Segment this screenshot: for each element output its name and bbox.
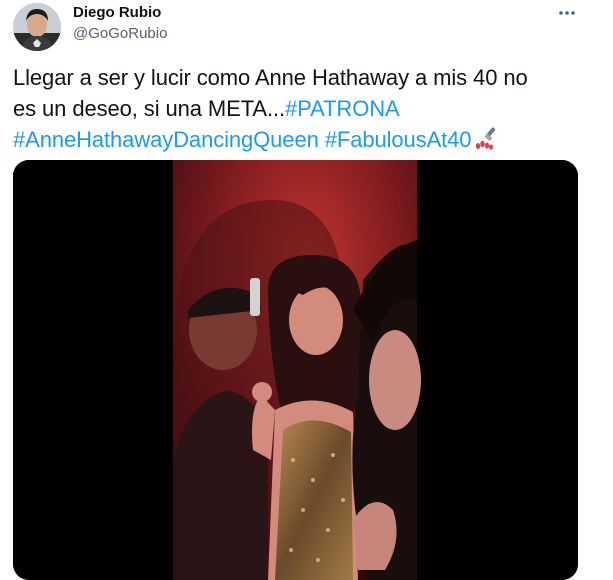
hashtag-link[interactable]: #AnneHathawayDancingQueen — [13, 127, 319, 152]
more-options-icon — [559, 11, 575, 15]
user-handle[interactable]: @GoGoRubio — [73, 24, 167, 44]
hashtag-link[interactable]: #FabulousAt40 — [325, 127, 472, 152]
tweet-text-line2: es un deseo, si una META... — [13, 96, 286, 121]
video-media[interactable] — [13, 160, 578, 580]
author-block: Diego Rubio @GoGoRubio — [73, 3, 167, 44]
tweet-text-line1: Llegar a ser y lucir como Anne Hathaway … — [13, 65, 528, 90]
nail-polish-emoji-icon — [473, 126, 497, 150]
tweet-card: Diego Rubio @GoGoRubio Llegar a ser y lu… — [0, 0, 613, 580]
tweet-text: Llegar a ser y lucir como Anne Hathaway … — [13, 62, 583, 155]
hashtag-link[interactable]: #PATRONA — [285, 96, 400, 121]
avatar[interactable] — [13, 3, 61, 51]
more-options-button[interactable] — [555, 3, 579, 23]
display-name[interactable]: Diego Rubio — [73, 3, 167, 23]
